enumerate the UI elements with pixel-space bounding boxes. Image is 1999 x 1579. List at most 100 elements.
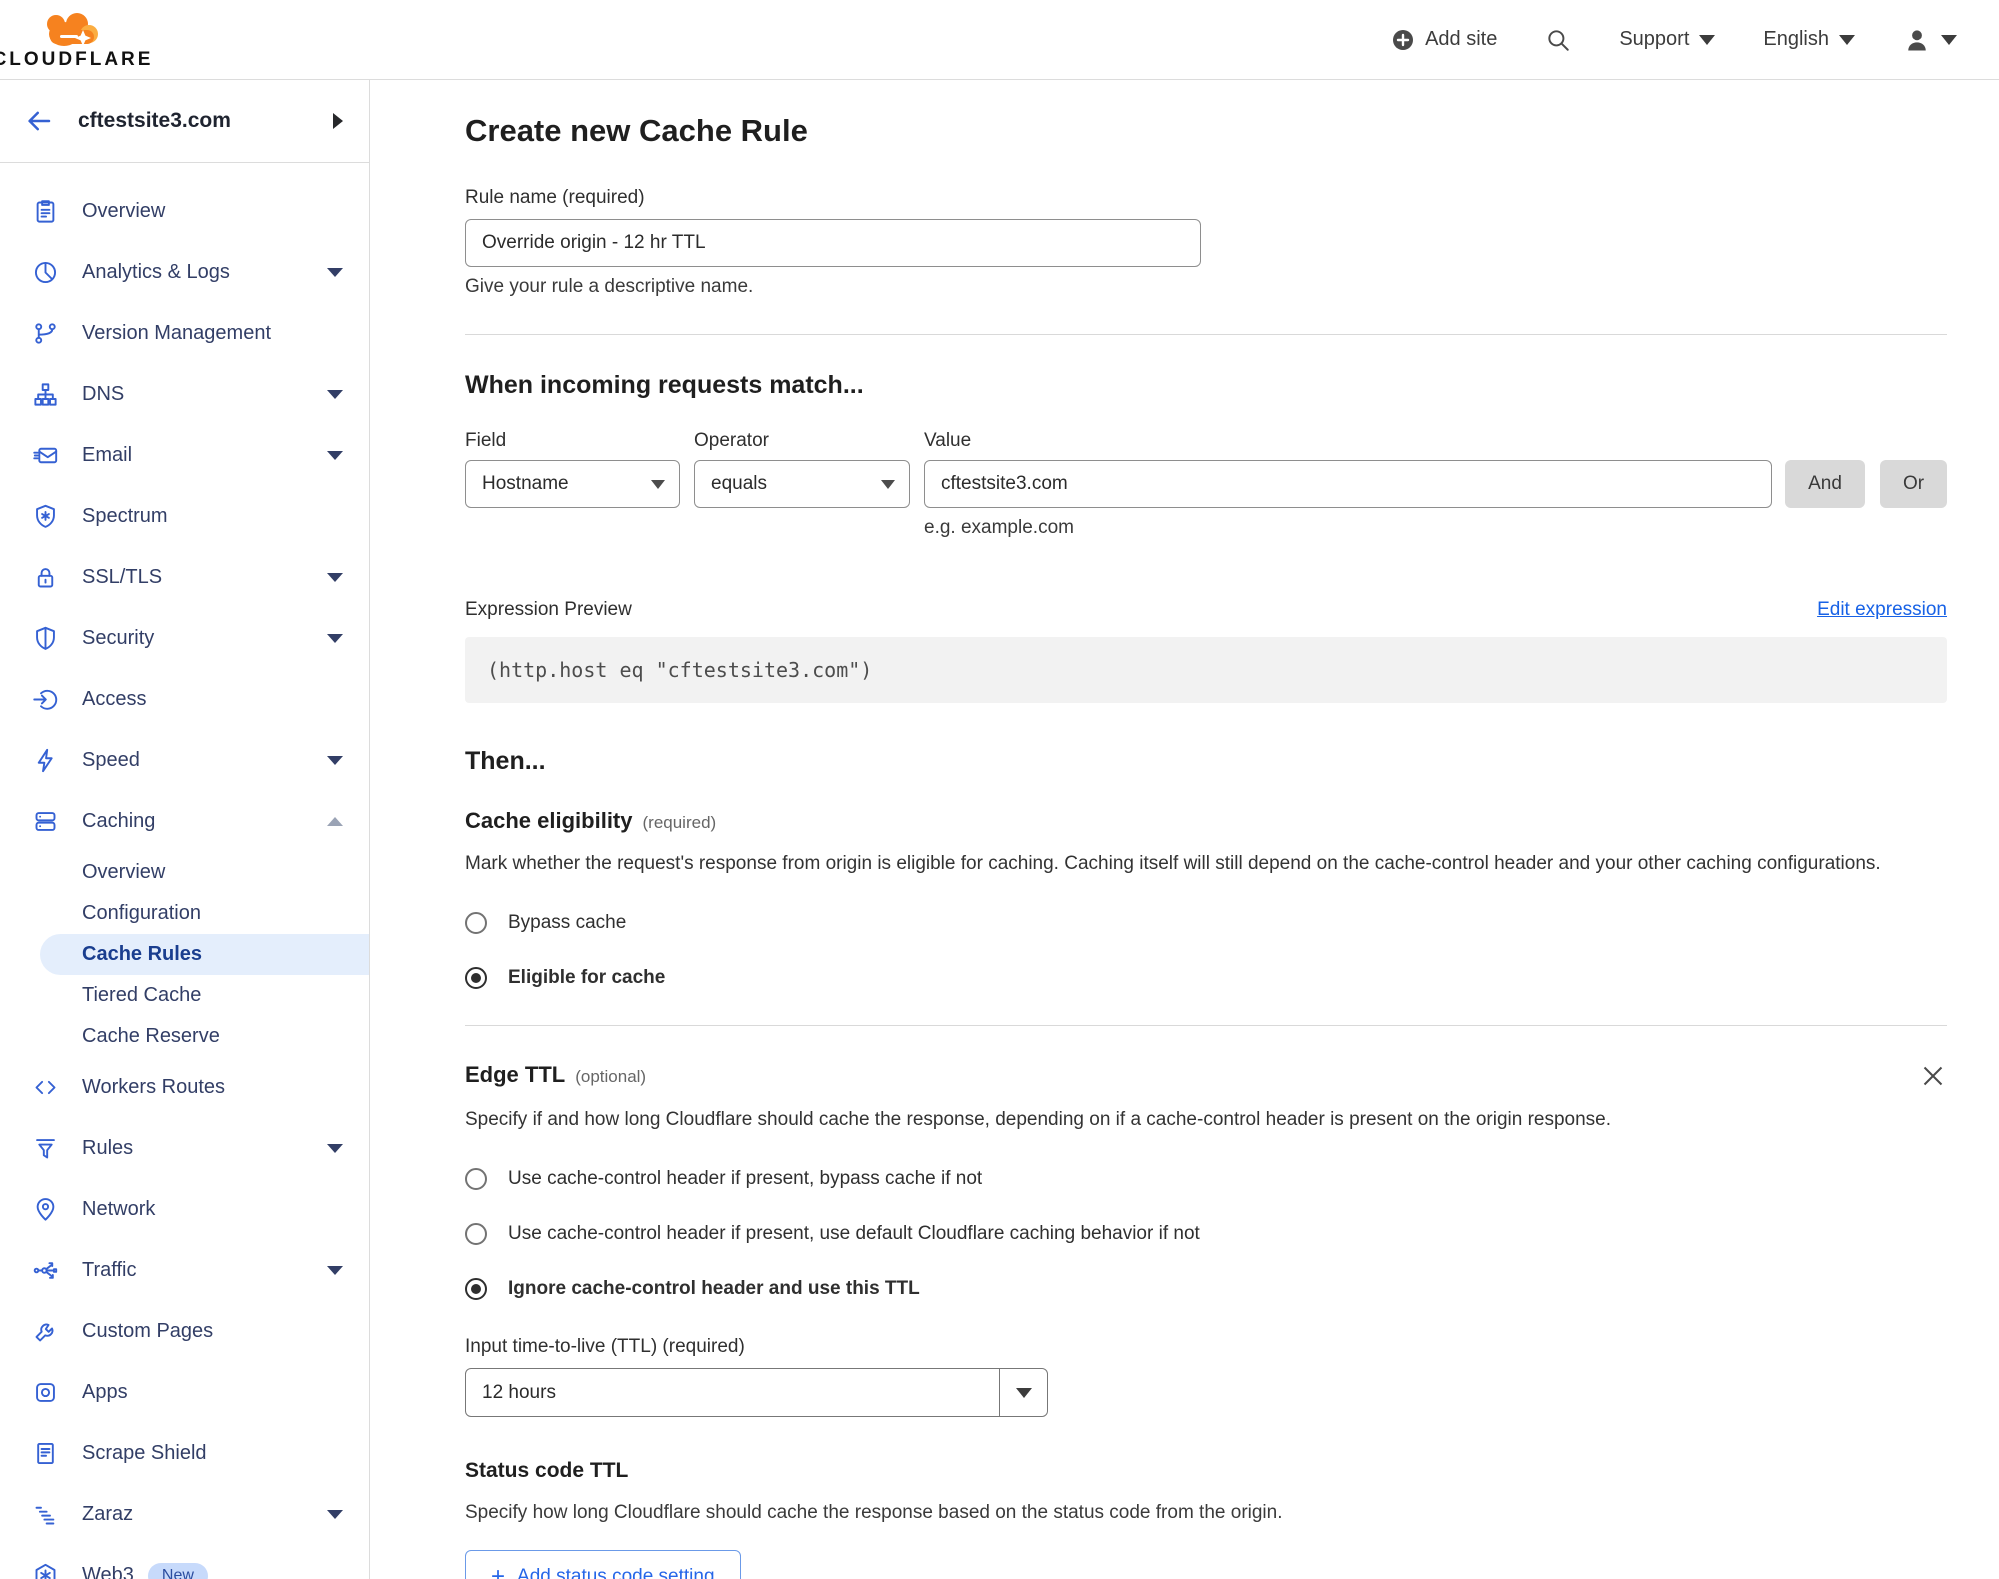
sidebar-item-analytics-logs[interactable]: Analytics & Logs <box>0 242 369 303</box>
sidebar-item-ssl-tls[interactable]: SSL/TLS <box>0 547 369 608</box>
chevron-down-icon <box>327 1266 343 1275</box>
sidebar-subitem-caching-overview[interactable]: Overview <box>0 852 369 893</box>
sidebar-subitem-tiered-cache[interactable]: Tiered Cache <box>0 975 369 1016</box>
sidebar-item-speed[interactable]: Speed <box>0 730 369 791</box>
sidebar-item-overview[interactable]: Overview <box>0 181 369 242</box>
add-site-button[interactable]: Add site <box>1391 28 1497 52</box>
sidebar-item-web3[interactable]: Web3 New <box>0 1545 369 1579</box>
chevron-down-icon <box>1015 1387 1032 1398</box>
edge-ttl-option-default-radio[interactable]: Use cache-control header if present, use… <box>465 1223 1947 1245</box>
hexagon-asterisk-icon <box>35 1563 56 1579</box>
optional-note: (optional) <box>575 1067 647 1086</box>
sidebar-item-version-management[interactable]: Version Management <box>0 303 369 364</box>
user-icon <box>1908 29 1926 50</box>
edge-ttl-option-ignore-radio[interactable]: Ignore cache-control header and use this… <box>465 1278 1947 1300</box>
rule-name-help: Give your rule a descriptive name. <box>465 276 754 297</box>
operator-label: Operator <box>694 430 769 451</box>
sidebar-item-traffic[interactable]: Traffic <box>0 1240 369 1301</box>
add-status-code-setting-button[interactable]: + Add status code setting <box>465 1550 741 1579</box>
language-menu[interactable]: English <box>1763 28 1855 51</box>
sidebar-subitem-cache-rules[interactable]: Cache Rules <box>40 934 369 975</box>
chevron-down-icon <box>327 634 343 643</box>
back-arrow-icon[interactable] <box>24 106 54 136</box>
sidebar-item-scrape-shield[interactable]: Scrape Shield <box>0 1423 369 1484</box>
chevron-down-icon <box>327 573 343 582</box>
value-input[interactable] <box>924 460 1772 508</box>
account-menu[interactable] <box>1903 26 1957 54</box>
status-code-ttl-heading: Status code TTL <box>465 1459 629 1482</box>
chevron-down-icon <box>1699 34 1716 45</box>
sidebar-item-email[interactable]: Email <box>0 425 369 486</box>
sidebar-subitem-cache-reserve[interactable]: Cache Reserve <box>0 1016 369 1057</box>
rule-name-label: Rule name (required) <box>465 187 645 208</box>
wrench-icon <box>35 1323 54 1342</box>
sidebar-item-caching[interactable]: Caching <box>0 791 369 852</box>
radio-icon[interactable] <box>465 912 487 934</box>
lightning-icon <box>37 748 53 773</box>
radio-selected-icon[interactable] <box>465 1278 487 1300</box>
sidebar-item-spectrum[interactable]: Spectrum <box>0 486 369 547</box>
code-brackets-icon <box>35 1080 56 1095</box>
expression-code: (http.host eq "cftestsite3.com") <box>487 658 873 682</box>
sidebar-item-network[interactable]: Network <box>0 1179 369 1240</box>
dropdown-arrow-button[interactable] <box>999 1369 1047 1416</box>
site-name: cftestsite3.com <box>78 109 231 132</box>
field-select[interactable]: Hostname <box>465 460 680 508</box>
field-label: Field <box>465 430 507 451</box>
sidebar-subitem-configuration[interactable]: Configuration <box>0 893 369 934</box>
then-heading: Then... <box>465 747 546 775</box>
chevron-down-icon <box>327 390 343 399</box>
radio-icon[interactable] <box>465 1223 487 1245</box>
section-divider <box>465 334 1947 335</box>
main-content: Create new Cache Rule Rule name (require… <box>370 80 1999 1579</box>
site-header: cftestsite3.com <box>0 80 369 163</box>
chevron-down-icon <box>327 756 343 765</box>
match-heading: When incoming requests match... <box>465 371 864 399</box>
sidebar-item-dns[interactable]: DNS <box>0 364 369 425</box>
ttl-input-label: Input time-to-live (TTL) (required) <box>465 1336 745 1357</box>
operator-select[interactable]: equals <box>694 460 910 508</box>
sidebar-item-zaraz[interactable]: Zaraz <box>0 1484 369 1545</box>
search-icon[interactable] <box>1545 27 1571 53</box>
server-stack-icon <box>35 812 56 831</box>
clipboard-icon <box>36 200 55 223</box>
plus-circle-icon <box>1393 29 1414 50</box>
cloudflare-logo[interactable]: CLOUDFLARE <box>0 8 150 71</box>
git-branch-icon <box>35 323 56 344</box>
lock-icon <box>37 568 54 588</box>
document-icon <box>37 1442 54 1465</box>
cache-eligibility-heading: Cache eligibility <box>465 808 633 833</box>
sidebar-item-security[interactable]: Security <box>0 608 369 669</box>
sidebar: cftestsite3.com Overview Analytics & Log… <box>0 80 370 1579</box>
eligible-for-cache-radio[interactable]: Eligible for cache <box>465 967 1947 989</box>
and-button[interactable]: And <box>1785 460 1865 508</box>
sitemap-icon <box>34 383 57 406</box>
plus-icon: + <box>491 1563 506 1579</box>
page-title: Create new Cache Rule <box>465 113 808 148</box>
pie-chart-icon <box>34 261 57 284</box>
sidebar-item-apps[interactable]: Apps <box>0 1362 369 1423</box>
radio-icon[interactable] <box>465 1168 487 1190</box>
sidebar-item-custom-pages[interactable]: Custom Pages <box>0 1301 369 1362</box>
sidebar-item-rules[interactable]: Rules <box>0 1118 369 1179</box>
edge-ttl-heading: Edge TTL <box>465 1062 566 1087</box>
radio-selected-icon[interactable] <box>465 967 487 989</box>
or-button[interactable]: Or <box>1880 460 1947 508</box>
chevron-down-icon <box>327 1144 343 1153</box>
chevron-right-icon[interactable] <box>333 113 343 129</box>
shield-icon <box>36 626 55 650</box>
traffic-split-icon <box>33 1262 58 1279</box>
bypass-cache-radio[interactable]: Bypass cache <box>465 912 1947 934</box>
app-square-icon <box>36 1383 55 1402</box>
support-menu[interactable]: Support <box>1619 28 1716 51</box>
edit-expression-link[interactable]: Edit expression <box>1817 599 1947 621</box>
chevron-down-icon <box>1941 34 1957 45</box>
sidebar-item-access[interactable]: Access <box>0 669 369 730</box>
chevron-down-icon <box>327 1510 343 1519</box>
brand-wordmark: CLOUDFLARE <box>0 49 154 70</box>
ttl-select[interactable]: 12 hours <box>465 1368 1048 1417</box>
close-icon[interactable] <box>1919 1062 1947 1090</box>
edge-ttl-option-bypass-radio[interactable]: Use cache-control header if present, byp… <box>465 1168 1947 1190</box>
rule-name-input[interactable] <box>465 219 1201 267</box>
sidebar-item-workers-routes[interactable]: Workers Routes <box>0 1057 369 1118</box>
